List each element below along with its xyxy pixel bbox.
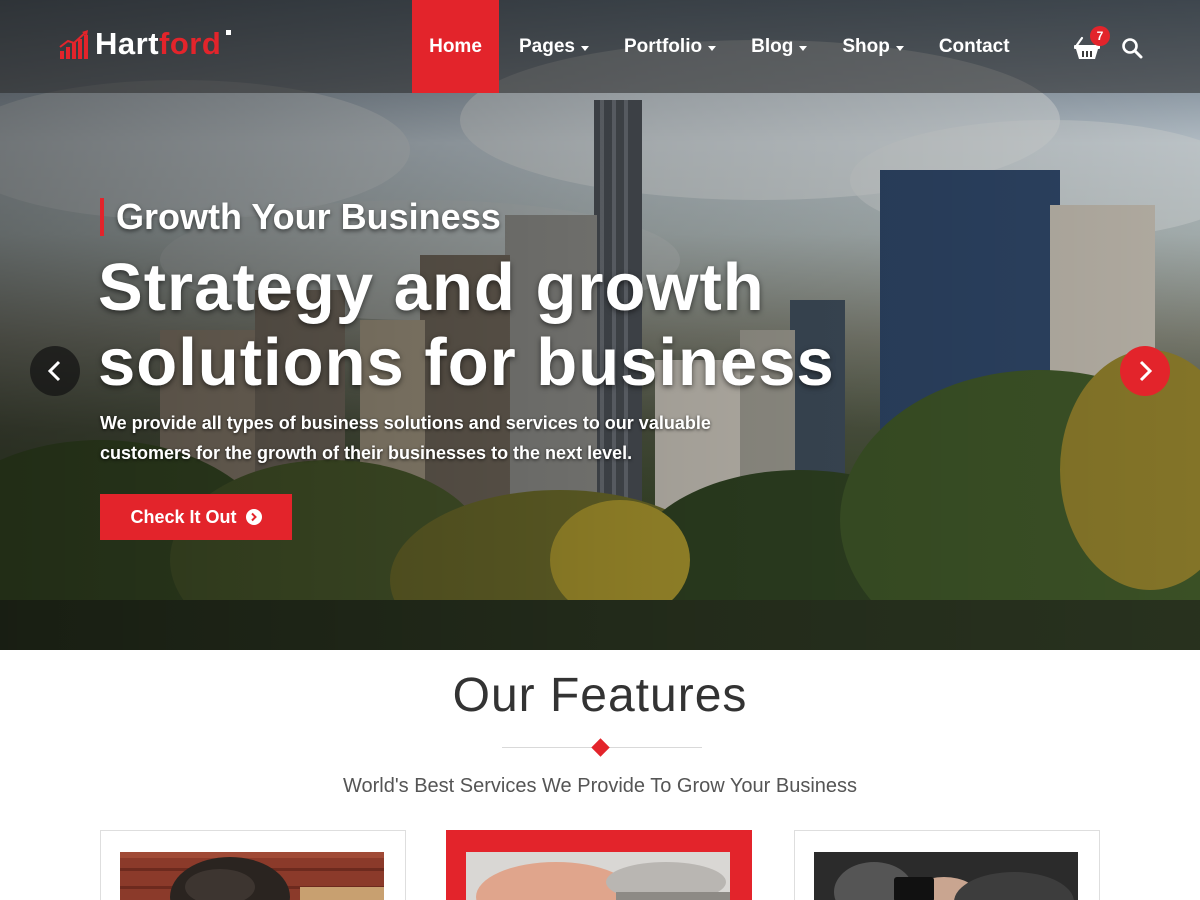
- slide-subtitle: Growth Your Business: [100, 198, 501, 236]
- caret-down-icon: [580, 45, 589, 51]
- nav-label-pages: Pages: [519, 35, 575, 57]
- nav-item-portfolio[interactable]: Portfolio: [609, 0, 731, 93]
- cta-label: Check It Out: [130, 506, 237, 527]
- nav-label-blog: Blog: [751, 35, 794, 57]
- feature-card-image: [466, 852, 730, 900]
- feature-card-highlighted[interactable]: [446, 830, 752, 900]
- growth-chart-icon: [59, 30, 88, 59]
- features-subheading: World's Best Services We Provide To Grow…: [342, 775, 858, 797]
- cart-count-badge: 7: [1090, 26, 1110, 46]
- features-heading: Our Features: [452, 669, 748, 722]
- chevron-right-icon: [1139, 360, 1153, 382]
- caret-down-icon: [799, 45, 808, 51]
- slider-next-button[interactable]: [1120, 346, 1170, 396]
- logo-text-part1: Hart: [95, 26, 160, 61]
- logo-text: Hartford: [95, 26, 232, 61]
- main-navigation: Home Pages Portfolio Blog Shop Contact: [412, 0, 1025, 93]
- slider-prev-button[interactable]: [30, 346, 80, 396]
- nav-label-home: Home: [429, 35, 482, 57]
- feature-card-image: [120, 852, 384, 900]
- caret-down-icon: [895, 45, 904, 51]
- slide-description: We provide all types of business solutio…: [100, 413, 711, 463]
- nav-item-blog[interactable]: Blog: [736, 0, 822, 93]
- chevron-left-icon: [47, 360, 61, 382]
- site-logo[interactable]: Hartford: [58, 26, 232, 61]
- logo-dot: [226, 30, 232, 35]
- caret-down-icon: [708, 45, 717, 51]
- divider-diamond: [591, 738, 610, 757]
- logo-text-part2: ford: [159, 26, 222, 61]
- site-header: Hartford Home Pages Portfolio Blog Shop …: [0, 0, 1200, 93]
- slide-title-line-2: solutions for business: [98, 325, 835, 400]
- nav-label-shop: Shop: [842, 35, 890, 57]
- arrow-circle-right-icon: [245, 509, 262, 525]
- nav-item-contact[interactable]: Contact: [924, 0, 1025, 93]
- feature-card[interactable]: [794, 830, 1100, 900]
- search-icon[interactable]: [1121, 37, 1143, 59]
- nav-item-home[interactable]: Home: [412, 0, 499, 93]
- check-it-out-button[interactable]: Check It Out: [100, 494, 292, 540]
- slide-title: Strategy and growth solutions for busine…: [98, 250, 858, 400]
- nav-label-portfolio: Portfolio: [623, 35, 703, 57]
- feature-card-image: [814, 852, 1078, 900]
- nav-item-shop[interactable]: Shop: [827, 0, 919, 93]
- feature-card[interactable]: [100, 830, 406, 900]
- nav-item-pages[interactable]: Pages: [504, 0, 604, 93]
- nav-label-contact: Contact: [938, 35, 1010, 57]
- slide-title-line-1: Strategy and growth: [98, 250, 765, 325]
